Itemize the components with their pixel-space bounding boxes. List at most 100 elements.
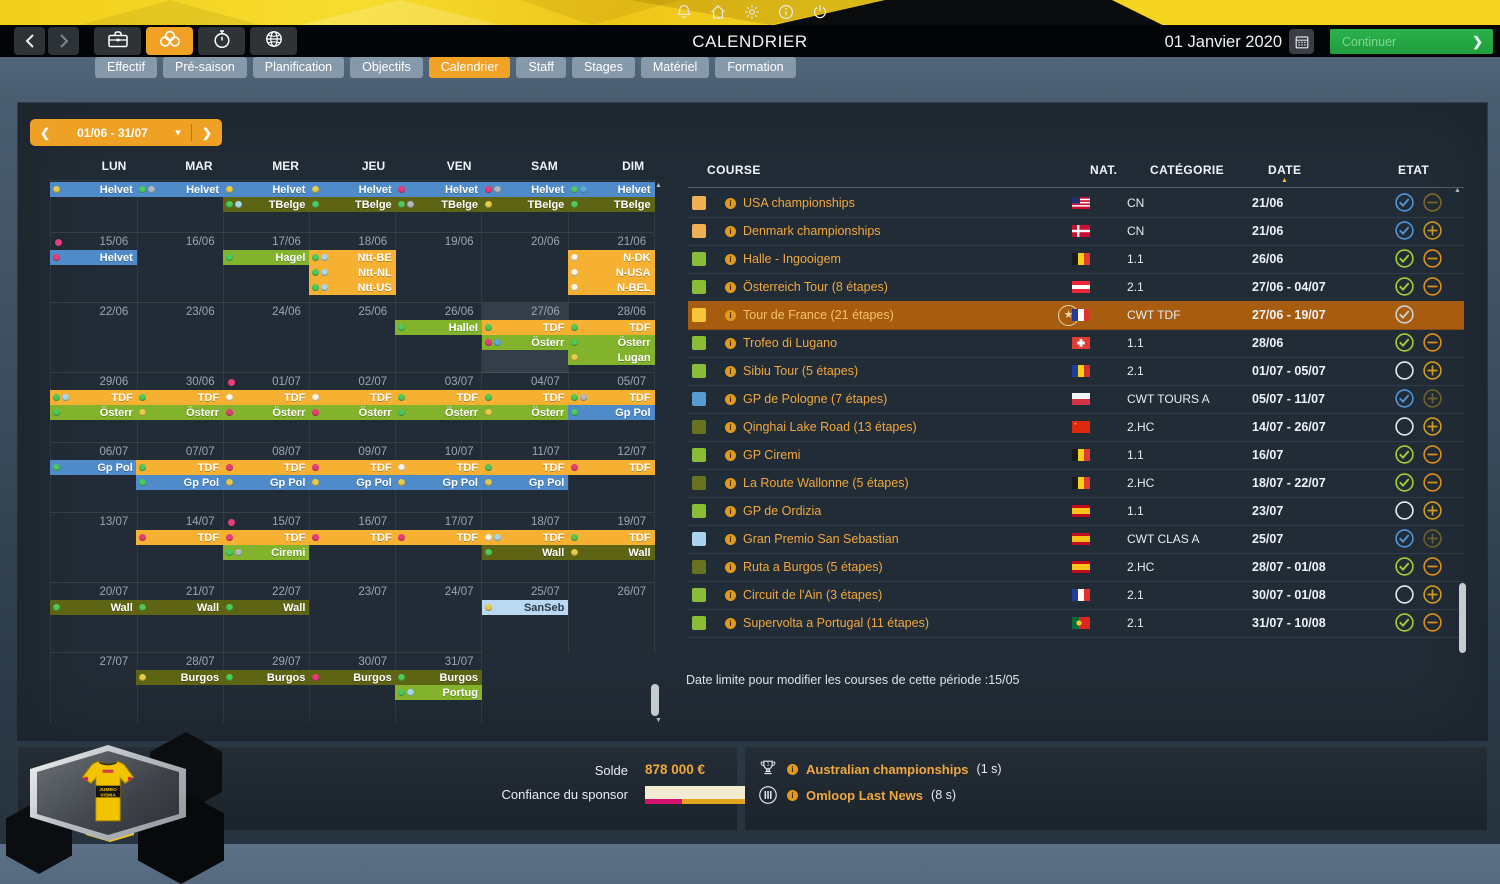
race-name[interactable]: Gran Premio San Sebastian [743,532,899,546]
news-label[interactable]: Australian championships [806,762,969,777]
calendar-event-bar[interactable]: Wall [136,600,224,615]
participation-check-icon[interactable] [1394,584,1415,605]
calendar-event-bar[interactable]: Gp Pol [567,405,655,420]
race-name[interactable]: Ruta a Burgos (5 étapes) [743,560,883,574]
calendar-event-bar[interactable]: Helvet [481,182,569,197]
forward-button[interactable] [48,27,79,55]
calendar-event-bar[interactable]: Helvet [567,182,655,197]
calendar-event-bar[interactable]: Helvet [50,250,137,265]
info-icon[interactable] [778,4,794,20]
participation-check-icon[interactable] [1394,500,1415,521]
calendar-event-bar[interactable]: Gp Pol [50,460,137,475]
tab-planification[interactable]: Planification [252,57,345,78]
calendar-event-bar[interactable]: TDF [222,530,310,545]
column-header-etat[interactable]: ETAT [1398,163,1429,177]
info-icon[interactable]: i [725,506,736,517]
info-icon[interactable]: i [725,366,736,377]
calendar-event-bar[interactable]: TDF [567,530,655,545]
participation-check-icon[interactable] [1394,416,1415,437]
race-row[interactable]: i Ruta a Burgos (5 étapes) 2.HC 28/07 - 01/… [688,553,1464,582]
calendar-event-bar[interactable]: Gp Pol [395,475,482,490]
back-button[interactable] [14,27,45,55]
calendar-event-bar[interactable]: Helvet [136,182,224,197]
race-name[interactable]: USA championships [743,196,855,210]
range-dropdown-icon[interactable]: ▾ [165,126,191,139]
info-icon[interactable]: i [725,450,736,461]
calendar-event-bar[interactable]: Helvet [395,182,482,197]
gear-icon[interactable] [744,4,760,20]
calendar-event-bar[interactable]: TDF [395,460,482,475]
race-name[interactable]: La Route Wallonne (5 étapes) [743,476,909,490]
remove-race-icon[interactable] [1422,248,1443,269]
race-row[interactable]: i GP Ciremi 1.1 16/07 [688,441,1464,470]
participation-check-icon[interactable] [1394,304,1415,325]
race-row[interactable]: i Sibiu Tour (5 étapes) 2.1 01/07 - 05/07 [688,357,1464,386]
race-name[interactable]: Denmark championships [743,224,881,238]
range-prev-icon[interactable]: ❮ [30,126,60,140]
calendar-event-bar[interactable]: Lugan [567,350,655,365]
calendar-event-bar[interactable]: Österr [481,405,569,420]
calendar-event-bar[interactable]: Burgos [222,670,310,685]
race-name[interactable]: Supervolta a Portugal (11 étapes) [743,616,929,630]
news-item[interactable]: 1 i Australian championships (1 s) [757,758,1002,780]
calendar-event-bar[interactable]: Wall [481,545,569,560]
calendar-event-bar[interactable]: TDF [567,460,655,475]
calendar-scroll-up-icon[interactable]: ▲ [655,182,662,189]
info-icon[interactable]: i [725,422,736,433]
calendar-event-bar[interactable]: Gp Pol [481,475,569,490]
participation-check-icon[interactable] [1394,276,1415,297]
race-row[interactable]: i Denmark championships CN 21/06 [688,217,1464,246]
tab-effectif[interactable]: Effectif [95,57,157,78]
calendar-event-bar[interactable]: TDF [481,320,569,335]
calendar-event-bar[interactable]: N-DK [567,250,655,265]
calendar-event-bar[interactable]: HalleI [395,320,482,335]
race-name[interactable]: Halle - Ingooigem [743,252,841,266]
race-name[interactable]: GP de Pologne (7 étapes) [743,392,887,406]
participation-check-icon[interactable] [1394,528,1415,549]
race-row[interactable]: i Circuit de l'Ain (3 étapes) 2.1 30/07 - 0… [688,581,1464,610]
participation-check-icon[interactable] [1394,220,1415,241]
tab-objectifs[interactable]: Objectifs [350,57,423,78]
info-icon[interactable]: i [725,618,736,629]
info-icon[interactable]: i [725,562,736,573]
column-header-date[interactable]: DATE [1268,163,1301,177]
module-button-stopwatch[interactable] [198,27,245,55]
race-name[interactable]: Sibiu Tour (5 étapes) [743,364,858,378]
calendar-event-bar[interactable]: Wall [567,545,655,560]
race-row[interactable]: i GP de Pologne (7 étapes) CWT TOURS A 05/0… [688,385,1464,414]
add-race-icon[interactable] [1422,388,1443,409]
column-header-nat[interactable]: NAT. [1090,163,1117,177]
add-race-icon[interactable] [1422,416,1443,437]
race-row[interactable]: i Halle - Ingooigem 1.1 26/06 [688,245,1464,274]
race-row[interactable]: i Gran Premio San Sebastian CWT CLAS A 25/0… [688,525,1464,554]
race-name[interactable]: Tour de France (21 étapes) [743,308,894,322]
participation-check-icon[interactable] [1394,388,1415,409]
participation-check-icon[interactable] [1394,472,1415,493]
calendar-event-bar[interactable]: N-USA [567,265,655,280]
info-icon[interactable]: i [725,534,736,545]
remove-race-icon[interactable] [1422,472,1443,493]
power-icon[interactable] [812,4,828,20]
table-scroll-up-icon[interactable]: ▲ [1454,187,1461,194]
calendar-event-bar[interactable]: Burgos [308,670,396,685]
participation-check-icon[interactable] [1394,612,1415,633]
participation-check-icon[interactable] [1394,332,1415,353]
calendar-event-bar[interactable]: Ntt-US [308,280,396,295]
calendar-event-bar[interactable]: TDF [222,460,310,475]
calendar-event-bar[interactable]: Burgos [395,670,482,685]
info-icon[interactable]: i [725,198,736,209]
race-row[interactable]: i Qinghai Lake Road (13 étapes) 2.HC 14/07 … [688,413,1464,442]
bell-icon[interactable] [676,4,692,20]
calendar-event-bar[interactable]: Ciremi [222,545,310,560]
calendar-event-bar[interactable]: Helvet [308,182,396,197]
tab-staff[interactable]: Staff [516,57,566,78]
info-icon[interactable]: i [725,478,736,489]
add-race-icon[interactable] [1422,220,1443,241]
calendar-event-bar[interactable]: TDF [136,530,224,545]
module-button-rings[interactable] [146,27,193,55]
module-button-briefcase[interactable] [94,27,141,55]
calendar-event-bar[interactable]: TDF [308,390,396,405]
race-name[interactable]: Circuit de l'Ain (3 étapes) [743,588,882,602]
participation-check-icon[interactable] [1394,556,1415,577]
calendar-event-bar[interactable]: TDF [481,390,569,405]
